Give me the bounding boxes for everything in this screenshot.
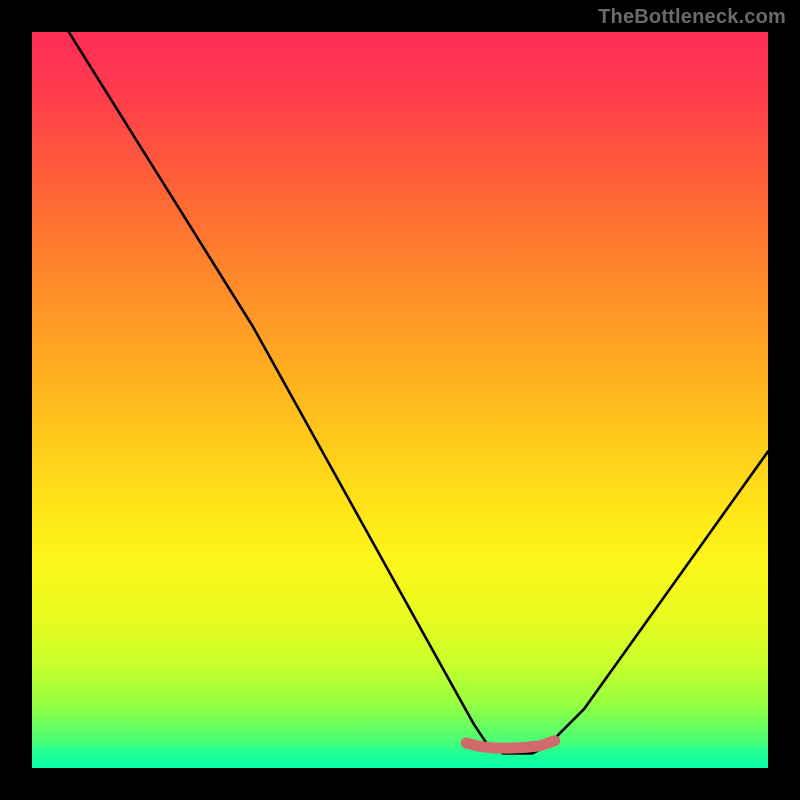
attribution-watermark: TheBottleneck.com xyxy=(598,6,786,29)
plot-area xyxy=(32,32,768,768)
bottleneck-curve-right xyxy=(488,452,768,754)
bottleneck-curve-left xyxy=(69,32,533,753)
optimal-marker-curve xyxy=(466,741,554,748)
curve-overlay xyxy=(32,32,768,768)
chart-container: TheBottleneck.com xyxy=(0,0,800,800)
